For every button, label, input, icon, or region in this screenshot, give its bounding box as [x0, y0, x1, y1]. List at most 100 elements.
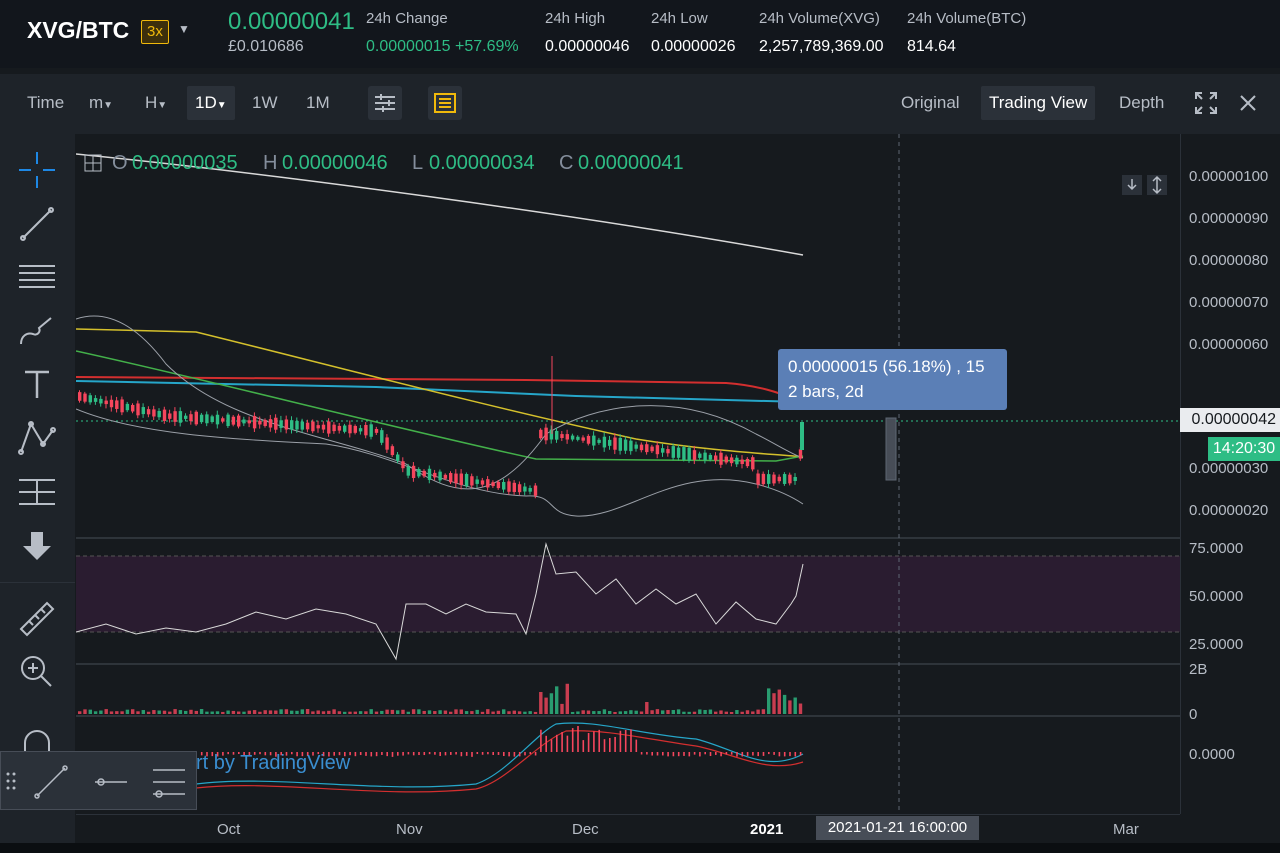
volume-bar — [687, 711, 691, 714]
candle-body — [491, 482, 495, 487]
candle-body — [390, 446, 395, 456]
time-axis[interactable]: Oct Nov Dec 2021 Mar — [76, 814, 1180, 845]
volume-bar — [613, 711, 617, 714]
macd-bar — [556, 734, 558, 752]
indicators-icon[interactable] — [428, 86, 462, 120]
volume-bar — [157, 710, 161, 714]
volume-bar — [708, 709, 713, 714]
volume-bar — [348, 711, 352, 714]
tab-depth[interactable]: Depth — [1119, 86, 1164, 120]
crosshair-icon[interactable] — [17, 150, 57, 190]
volume-bar — [671, 710, 675, 714]
toolbar-divider — [0, 582, 75, 583]
trend-line-icon[interactable] — [31, 762, 71, 802]
volume-bar — [427, 710, 432, 714]
pattern-icon[interactable] — [17, 418, 57, 458]
candle-body — [798, 449, 803, 459]
macd-bar — [365, 752, 367, 756]
candle-body — [592, 435, 596, 446]
volume-bar — [549, 693, 554, 714]
candle-body — [756, 473, 760, 485]
volume-bar — [162, 710, 167, 714]
tab-original[interactable]: Original — [901, 86, 960, 120]
close-icon[interactable] — [1238, 93, 1258, 113]
candle-body — [512, 482, 516, 492]
candle-body — [618, 437, 622, 451]
parallel-lines-icon[interactable] — [149, 762, 189, 802]
price-tick: 0.00000070 — [1189, 294, 1269, 311]
volume-bar — [258, 711, 262, 714]
candle-body — [104, 400, 108, 405]
volume-bar — [205, 711, 209, 714]
macd-bar — [603, 739, 606, 752]
leverage-badge[interactable]: 3x — [141, 20, 169, 44]
interval-hour[interactable]: H▼ — [145, 86, 167, 120]
volume-bar — [109, 711, 114, 714]
interval-minute[interactable]: m▼ — [89, 86, 113, 120]
interval-1d[interactable]: 1D▼ — [187, 86, 235, 120]
candle-body — [157, 410, 161, 418]
candle-body — [83, 393, 87, 402]
candle-body — [565, 434, 569, 440]
trend-line-icon[interactable] — [17, 204, 57, 244]
rsi-tick: 25.0000 — [1189, 636, 1244, 653]
macd-bar — [736, 752, 738, 757]
macd-bar — [370, 752, 373, 757]
candle-body — [767, 474, 771, 484]
pair-dropdown-icon[interactable]: ▼ — [178, 22, 190, 36]
volume-bar — [305, 709, 310, 714]
current-price-tag: 0.00000042 — [1180, 408, 1280, 432]
macd-bar — [359, 752, 362, 756]
volume-bar — [666, 710, 670, 714]
drag-handle-icon[interactable] — [5, 770, 17, 792]
pair-symbol[interactable]: XVG/BTC — [27, 17, 129, 44]
text-icon[interactable] — [17, 364, 57, 404]
tradingview-watermark[interactable]: rt by TradingView — [196, 752, 350, 775]
price-axis[interactable]: 0.00000100 0.00000090 0.00000080 0.00000… — [1180, 134, 1280, 814]
candle-body — [78, 392, 82, 401]
macd-bar — [619, 730, 622, 752]
scroll-down-icon[interactable] — [1121, 174, 1143, 196]
legend-toggle-icon[interactable] — [84, 154, 102, 172]
volume-bar — [560, 703, 564, 714]
candle-body — [729, 457, 734, 464]
floating-drawing-bar[interactable] — [0, 751, 197, 810]
volume-bar — [173, 709, 177, 714]
candle-body — [184, 415, 188, 419]
interval-1w[interactable]: 1W — [252, 86, 278, 120]
candle-body — [321, 424, 326, 430]
settings-sliders-icon[interactable] — [368, 86, 402, 120]
candle-body — [782, 474, 787, 484]
macd-bar — [418, 752, 420, 756]
scroll-expand-icon[interactable] — [1146, 174, 1168, 196]
candle-body — [740, 459, 744, 465]
horizontal-line-icon[interactable] — [91, 762, 131, 802]
tab-trading-view[interactable]: Trading View — [981, 86, 1096, 120]
volume-tick: 2B — [1189, 661, 1208, 678]
measure-lines-icon[interactable] — [17, 472, 57, 512]
interval-1m[interactable]: 1M — [306, 86, 330, 120]
macd-bar — [471, 752, 473, 757]
chart-pane[interactable] — [76, 134, 1180, 814]
ruler-icon[interactable] — [17, 599, 57, 639]
ohlc-low-label: L — [412, 152, 424, 174]
stat-24h-low-value: 0.00000026 — [651, 38, 736, 55]
candle-body — [698, 453, 702, 458]
candle-body — [602, 436, 607, 448]
fib-lines-icon[interactable] — [17, 256, 57, 296]
volume-bar — [311, 711, 315, 714]
candle-body — [268, 419, 273, 428]
macd-bar — [434, 752, 436, 755]
ohlc-high-label: H — [263, 152, 278, 174]
volume-bar — [242, 711, 246, 714]
volume-bar — [194, 710, 198, 714]
volume-bar — [454, 709, 458, 714]
price-tick: 0.00000100 — [1189, 168, 1269, 185]
time-tick: Oct — [217, 821, 241, 838]
zoom-in-icon[interactable] — [17, 652, 57, 692]
candle-body — [337, 425, 342, 431]
fullscreen-icon[interactable] — [1194, 91, 1218, 115]
down-arrow-icon[interactable] — [17, 526, 57, 566]
candle-body — [687, 447, 691, 461]
brush-icon[interactable] — [17, 310, 57, 350]
